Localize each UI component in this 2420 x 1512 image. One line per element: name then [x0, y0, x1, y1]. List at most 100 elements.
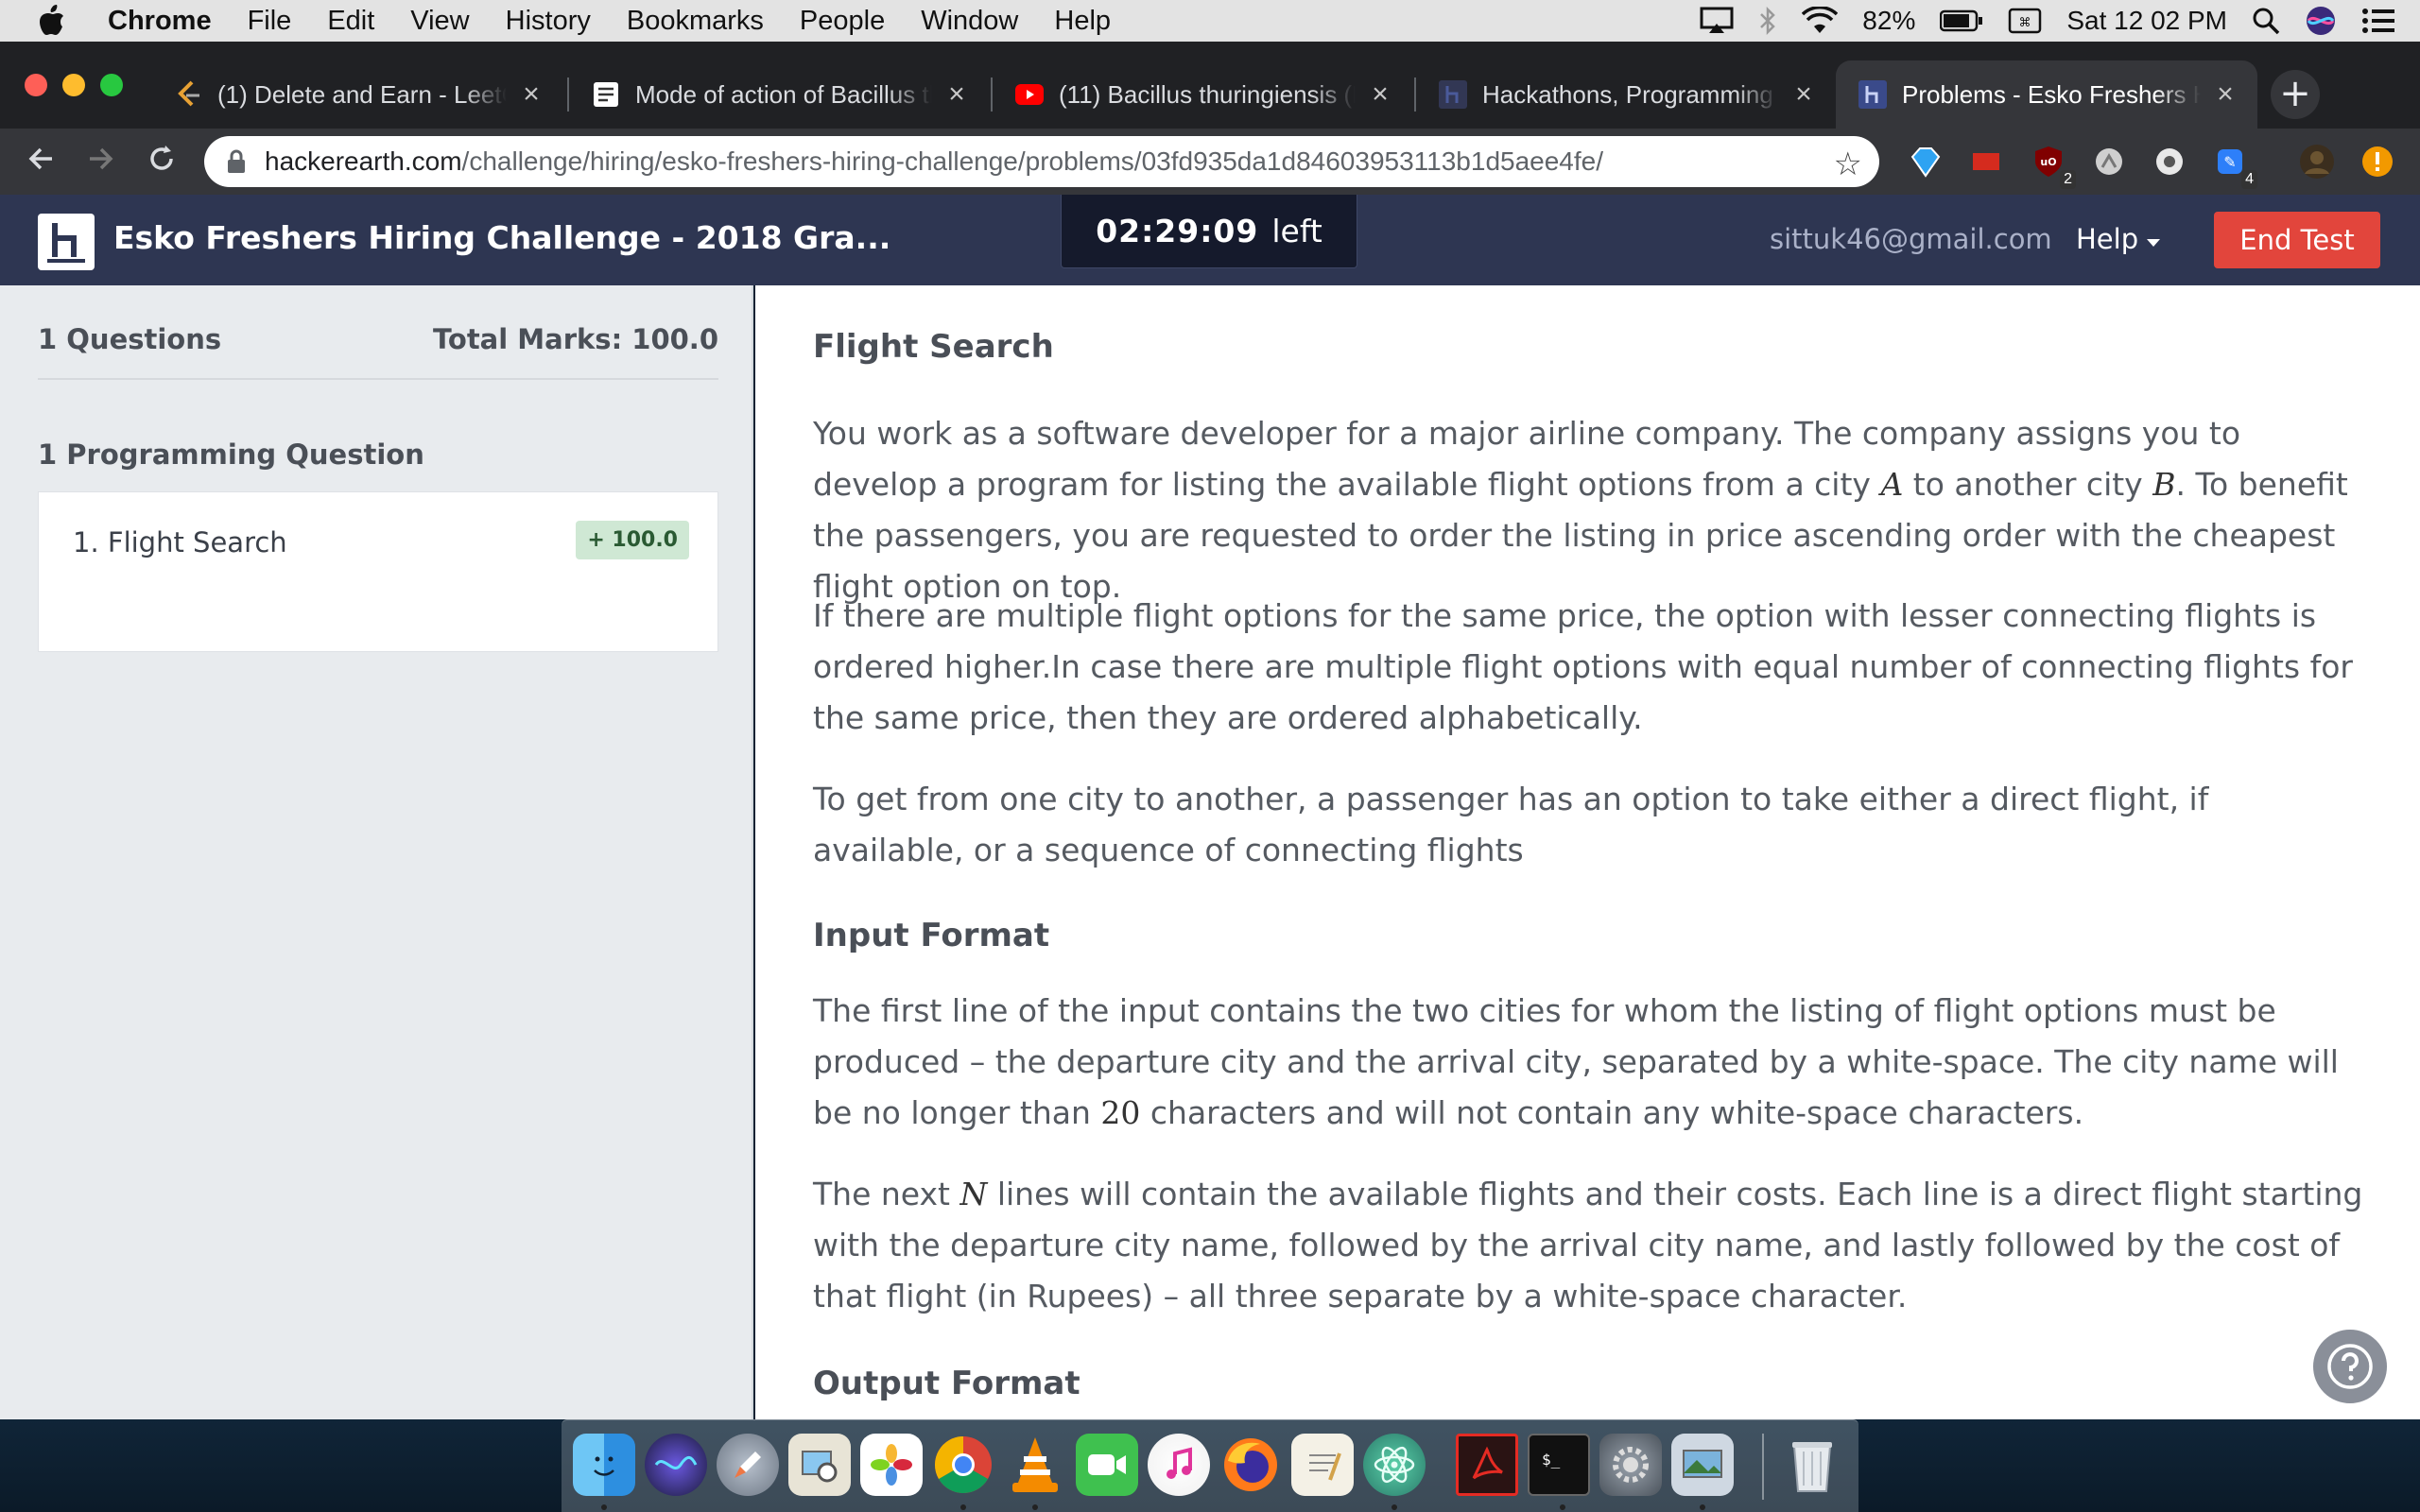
trash-icon[interactable] [1781, 1434, 1843, 1496]
atom-icon[interactable] [1363, 1434, 1426, 1496]
timer-suffix: left [1271, 213, 1322, 249]
menu-edit[interactable]: Edit [327, 6, 374, 37]
menu-bookmarks[interactable]: Bookmarks [627, 6, 764, 37]
paragraph-input-first-line: The first line of the input contains the… [813, 992, 2339, 1131]
question-sidebar: 1 Questions Total Marks: 100.0 1 Program… [0, 285, 753, 1419]
new-tab-button[interactable]: + [2271, 70, 2320, 119]
input-source-icon[interactable]: ⌘ [2008, 7, 2042, 35]
menu-view[interactable]: View [410, 6, 469, 37]
menu-help[interactable]: Help [1054, 6, 1111, 37]
tab-strip: (1) Delete and Earn - LeetCode × Mode of… [0, 42, 2420, 129]
tab-esko-problems[interactable]: Problems - Esko Freshers Hiring Challeng… [1836, 60, 2257, 129]
itunes-icon[interactable] [1148, 1434, 1210, 1496]
youtube-icon [1015, 80, 1044, 109]
notification-center-icon[interactable] [2361, 8, 2395, 34]
system-preferences-icon[interactable] [1599, 1434, 1662, 1496]
hackerearth-icon [1439, 80, 1467, 109]
siri-icon[interactable] [645, 1434, 707, 1496]
menu-bar: Chrome File Edit View History Bookmarks … [0, 0, 2420, 42]
menu-history[interactable]: History [506, 6, 591, 37]
question-card[interactable]: 1. Flight Search + 100.0 [38, 491, 718, 652]
end-test-button[interactable]: End Test [2214, 212, 2380, 268]
preview-icon[interactable] [788, 1434, 851, 1496]
facetime-icon[interactable] [1076, 1434, 1138, 1496]
image-capture-icon[interactable] [1671, 1434, 1734, 1496]
dock-separator [1762, 1434, 1764, 1500]
hackerearth-logo-icon[interactable] [38, 214, 95, 270]
test-header: Esko Freshers Hiring Challenge - 2018 Gr… [0, 195, 2420, 285]
vlc-icon[interactable] [1004, 1434, 1066, 1496]
close-tab-icon[interactable]: × [2212, 80, 2238, 109]
profile-avatar[interactable] [2297, 142, 2337, 181]
help-question-icon[interactable] [2310, 1327, 2390, 1406]
url-host: hackerearth.com [265, 146, 462, 176]
battery-icon[interactable] [1940, 9, 1983, 32]
flag-extension-icon[interactable] [1966, 142, 2006, 181]
minimize-window-button[interactable] [62, 74, 85, 96]
diamond-extension-icon[interactable] [1906, 142, 1945, 181]
problem-panel: Flight Search You work as a software dev… [755, 285, 2420, 1419]
chrome-icon[interactable] [932, 1434, 994, 1496]
timer-value: 02:29:09 [1096, 213, 1259, 249]
blue-extension-icon[interactable]: ✎ 4 [2210, 142, 2257, 189]
menu-app-name[interactable]: Chrome [108, 6, 212, 37]
ublock-icon[interactable]: uO 2 [2029, 142, 2076, 189]
address-bar[interactable]: hackerearth.com /challenge/hiring/esko-f… [204, 136, 1879, 187]
tab-leetcode[interactable]: (1) Delete and Earn - LeetCode × [151, 60, 563, 129]
marks-badge: + 100.0 [576, 521, 689, 559]
apple-icon[interactable] [38, 5, 76, 37]
clock[interactable]: Sat 12 02 PM [2066, 6, 2227, 36]
gray-circle-extension-icon[interactable] [2089, 142, 2129, 181]
running-indicator [1392, 1504, 1397, 1510]
tab-bacillus-article[interactable]: Mode of action of Bacillus thuringiensis… [569, 60, 989, 129]
reload-button[interactable] [142, 142, 182, 181]
photos-icon[interactable] [860, 1434, 923, 1496]
running-indicator [1032, 1504, 1038, 1510]
window-controls [25, 74, 123, 96]
running-indicator [601, 1504, 607, 1510]
question-title[interactable]: 1. Flight Search [73, 526, 287, 558]
textedit-icon[interactable] [1291, 1434, 1354, 1496]
input-format-heading: Input Format [813, 917, 1050, 954]
dock: $_ [562, 1419, 1858, 1512]
sidebar-divider [38, 378, 718, 380]
paragraph-intro: You work as a software developer for a m… [813, 415, 2348, 605]
close-tab-icon[interactable]: × [518, 80, 544, 109]
airplay-icon[interactable] [1700, 7, 1734, 35]
chrome-menu-alert-icon[interactable] [2358, 142, 2397, 181]
running-indicator [960, 1504, 966, 1510]
browser-toolbar: hackerearth.com /challenge/hiring/esko-f… [0, 129, 2420, 195]
output-format-heading: Output Format [813, 1365, 1080, 1402]
bluetooth-icon[interactable] [1758, 6, 1777, 36]
bookmark-star-icon[interactable]: ☆ [1834, 146, 1862, 183]
hackerearth-icon [1858, 80, 1887, 109]
wifi-icon[interactable] [1802, 7, 1839, 35]
back-button[interactable] [21, 142, 60, 181]
siri-icon[interactable] [2305, 5, 2337, 37]
help-label: Help [2076, 223, 2139, 255]
tab-hackerearth-home[interactable]: Hackathons, Programming & Coding × [1416, 60, 1836, 129]
terminal-icon[interactable]: $_ [1528, 1434, 1590, 1496]
help-dropdown[interactable]: Help [2076, 223, 2161, 255]
zoom-window-button[interactable] [100, 74, 123, 96]
close-tab-icon[interactable]: × [1367, 80, 1393, 109]
countdown-timer: 02:29:09 left [1061, 195, 1357, 268]
tab-youtube[interactable]: (11) Bacillus thuringiensis (Bt) × [993, 60, 1412, 129]
menu-window[interactable]: Window [921, 6, 1018, 37]
close-tab-icon[interactable]: × [943, 80, 970, 109]
forward-button[interactable] [81, 142, 121, 181]
menu-file[interactable]: File [248, 6, 292, 37]
svg-text:✎: ✎ [2223, 153, 2236, 171]
close-window-button[interactable] [25, 74, 47, 96]
lock-icon[interactable] [227, 149, 248, 174]
spotlight-icon[interactable] [2252, 7, 2280, 35]
launchpad-icon[interactable] [717, 1434, 779, 1496]
firefox-icon[interactable] [1219, 1434, 1282, 1496]
document-icon [592, 80, 620, 109]
white-circle-extension-icon[interactable] [2150, 142, 2189, 181]
close-tab-icon[interactable]: × [1790, 80, 1817, 109]
menu-people[interactable]: People [800, 6, 885, 37]
acrobat-icon[interactable] [1456, 1434, 1518, 1496]
running-indicator [1560, 1504, 1565, 1510]
finder-icon[interactable] [573, 1434, 635, 1496]
